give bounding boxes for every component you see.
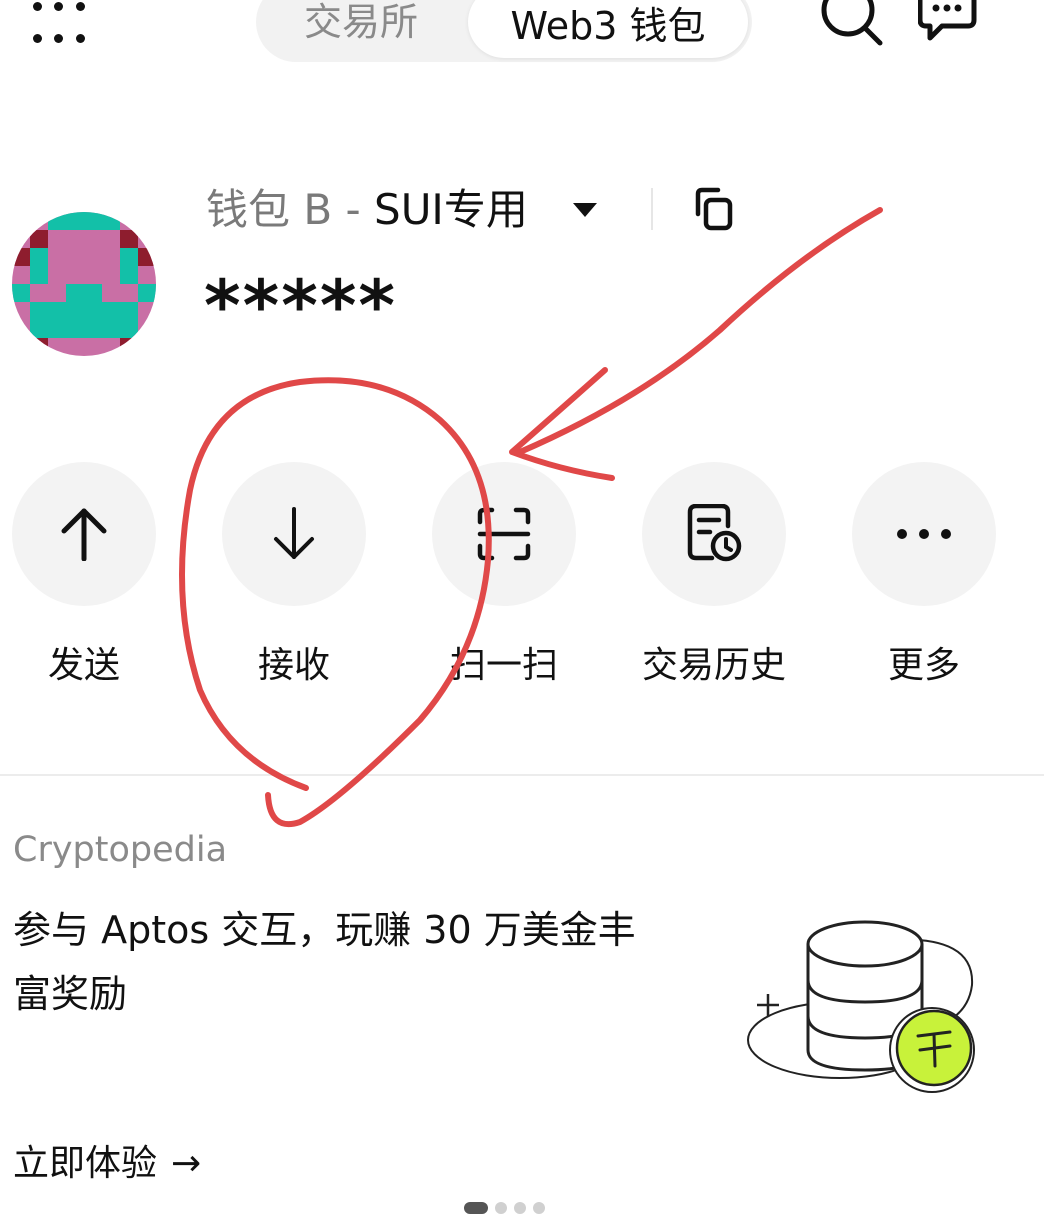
balance-hidden[interactable]: ***** [204,266,397,346]
tab-exchange[interactable]: 交易所 [256,0,466,54]
tab-web3-wallet[interactable]: Web3 钱包 [468,0,748,58]
arrow-up-icon [61,508,107,561]
receive-label: 接收 [257,645,330,686]
section-divider [0,774,1044,776]
carousel-dot[interactable] [495,1202,507,1214]
wallet-page: 交易所 Web3 钱包 钱包 B - SUI专用 ***** 发送 接收 扫一扫… [0,0,1044,1214]
promo-tag: Cryptopedia [13,830,228,870]
carousel-dot[interactable] [533,1202,545,1214]
carousel-dot[interactable] [514,1202,526,1214]
scan-button[interactable]: 扫一扫 [431,462,577,688]
send-label: 发送 [47,645,120,686]
more-button[interactable]: 更多 [851,462,997,688]
message-icon[interactable] [918,0,978,48]
send-button[interactable]: 发送 [11,462,157,688]
mode-switch: 交易所 Web3 钱包 [256,0,752,62]
more-icon [897,529,951,539]
arrow-down-icon [274,507,314,559]
history-label: 交易历史 [641,645,786,686]
wallet-name-prefix: 钱包 B - [206,185,375,234]
history-button[interactable]: 交易历史 [641,462,787,688]
carousel-dot-active[interactable] [464,1202,488,1214]
copy-icon[interactable] [690,186,738,234]
avatar [12,212,156,356]
wallet-name: SUI专用 [374,185,528,234]
history-icon [687,504,742,562]
scan-label: 扫一扫 [449,645,558,686]
receive-button[interactable]: 接收 [221,462,367,688]
more-label: 更多 [887,645,960,686]
menu-grid-icon[interactable] [30,2,90,46]
wallet-selector[interactable]: 钱包 B - SUI专用 [206,180,528,240]
divider [651,188,653,230]
caret-down-icon[interactable] [573,203,597,217]
promo-cta-label: 立即体验 [13,1143,158,1184]
arrow-right-icon: → [171,1143,202,1184]
scan-icon [477,507,531,561]
coin-stack-illustration [747,920,975,1093]
search-icon[interactable] [820,0,884,48]
promo-title: 参与 Aptos 交互，玩赚 30 万美金丰富奖励 [13,908,636,1016]
promo-cta[interactable]: 立即体验 → [13,1134,201,1186]
